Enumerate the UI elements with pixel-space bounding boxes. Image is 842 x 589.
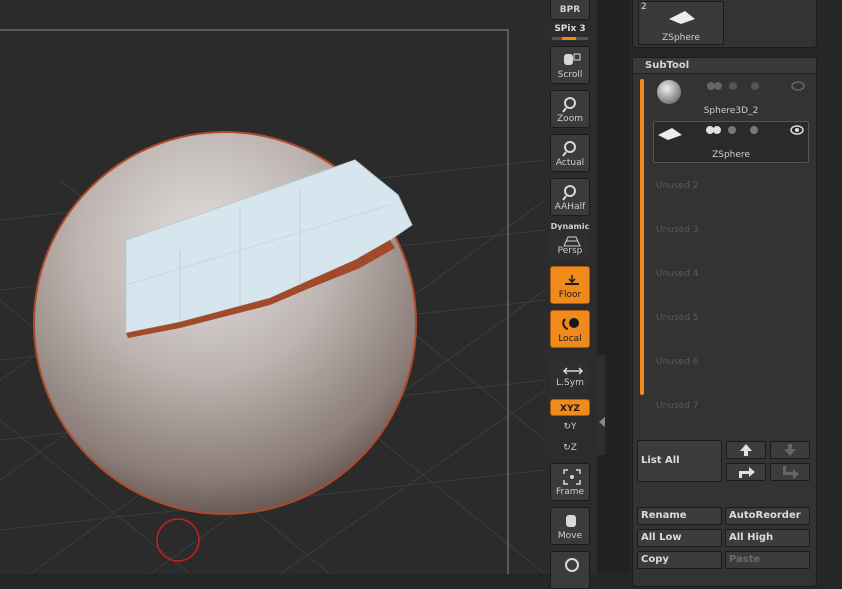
move-button[interactable]: Move (550, 507, 590, 545)
subtool-unused-slot[interactable]: Unused 7 (656, 401, 699, 411)
spix-label: SPix 3 (554, 24, 586, 34)
all-high-button[interactable]: All High (725, 529, 810, 547)
lsym-button[interactable]: L.Sym (550, 360, 590, 392)
brush-cursor (156, 518, 200, 562)
symmetry-arrows-icon (562, 367, 584, 375)
aahalf-button[interactable]: AAHalf (550, 178, 590, 216)
collapse-arrow-icon (599, 417, 605, 427)
viewport-scene (0, 29, 545, 574)
subtool-unused-slot[interactable]: Unused 5 (656, 313, 699, 323)
all-low-button[interactable]: All Low (637, 529, 722, 547)
tool-panel: 2 ZSphere (632, 0, 817, 48)
frame-icon (563, 469, 581, 485)
magnifier-actual-icon (562, 141, 576, 157)
right-shelf: BPR SPix 3 Scroll Zoom Actual AAHalf Dyn… (545, 0, 597, 589)
tool-thumbnail[interactable]: 2 ZSphere (638, 1, 724, 45)
rotate-icon (565, 558, 579, 572)
copy-button[interactable]: Copy (637, 551, 722, 569)
rotate-y-icon: ↻ (563, 422, 572, 432)
rotate-z-icon: ↻ (563, 443, 571, 453)
tray-divider[interactable] (597, 0, 630, 574)
subtool-unused-slot[interactable]: Unused 6 (656, 357, 699, 367)
actual-button[interactable]: Actual (550, 134, 590, 172)
bpr-button[interactable]: BPR (550, 0, 590, 20)
subtool-toggle-icons[interactable] (705, 80, 805, 92)
floor-icon (565, 275, 579, 285)
subtool-unused-slot[interactable]: Unused 3 (656, 225, 699, 235)
persp-button[interactable]: Persp (550, 230, 590, 260)
autoreorder-button[interactable]: AutoReorder (725, 507, 810, 525)
arrow-up-icon (740, 444, 752, 456)
move-hand-icon (566, 515, 576, 527)
spix-slider[interactable] (552, 37, 588, 40)
list-all-button[interactable]: List All (637, 440, 722, 482)
y-rotate-button[interactable]: ↻Y (545, 422, 595, 432)
zoom-button[interactable]: Zoom (550, 90, 590, 128)
rotate-button[interactable] (550, 551, 590, 589)
merge-down-button[interactable] (726, 463, 766, 481)
subtool-toggle-icons[interactable] (704, 124, 804, 136)
tray-collapse-handle[interactable] (597, 355, 605, 455)
zsphere-thumb-icon (669, 11, 695, 24)
turn-right-icon (739, 467, 755, 478)
subtool-unused-slot[interactable]: Unused 4 (656, 269, 699, 279)
subtool-unused-slot[interactable]: Unused 2 (656, 181, 699, 191)
paste-button[interactable]: Paste (725, 551, 810, 569)
canvas-viewport[interactable] (0, 0, 545, 574)
subtool-item-zsphere[interactable]: ZSphere (653, 121, 809, 163)
scroll-button[interactable]: Scroll (550, 46, 590, 84)
z-rotate-button[interactable]: ↻Z (545, 443, 595, 453)
magnifier-half-icon (562, 185, 576, 201)
move-up-button[interactable] (726, 441, 766, 459)
insert-down-button[interactable] (770, 463, 810, 481)
rename-button[interactable]: Rename (637, 507, 722, 525)
local-transform-icon (562, 318, 579, 330)
floor-button[interactable]: Floor (550, 266, 590, 304)
move-down-button[interactable] (770, 441, 810, 459)
subtool-item-sphere3d[interactable]: Sphere3D_2 (653, 78, 809, 118)
arrow-down-icon (784, 444, 796, 456)
subtool-scrollbar[interactable] (640, 79, 644, 395)
xyz-rotate-button[interactable]: XYZ (550, 399, 590, 416)
zsphere-thumb-icon (658, 128, 682, 140)
frame-button[interactable]: Frame (550, 463, 590, 501)
local-button[interactable]: Local (550, 310, 590, 348)
turn-down-icon (783, 466, 799, 479)
magnifier-icon (562, 97, 576, 113)
hand-icon (564, 53, 581, 65)
subtool-header[interactable]: SubTool (633, 58, 816, 74)
sphere-thumb-icon (657, 80, 681, 104)
